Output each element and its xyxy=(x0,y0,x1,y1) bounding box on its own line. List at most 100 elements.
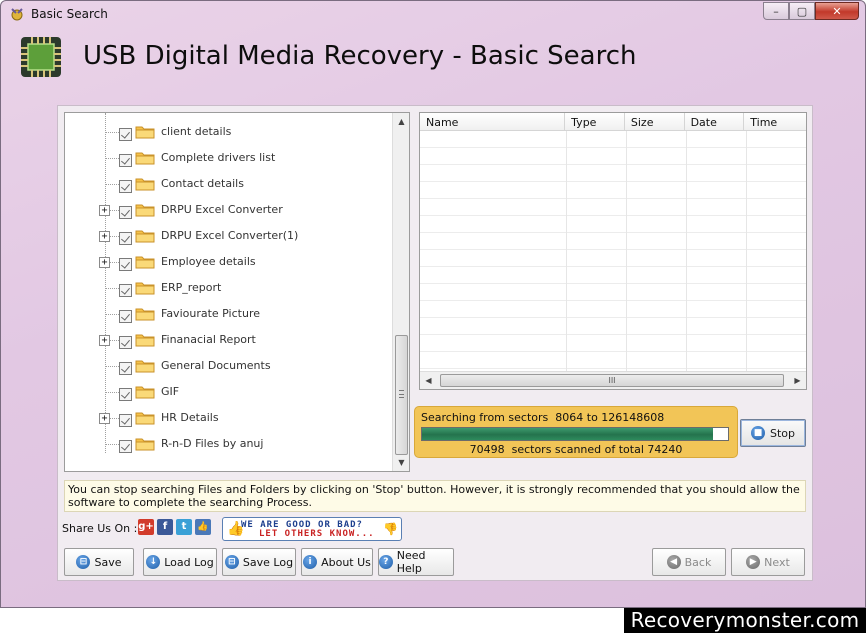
tree-item-checkbox[interactable] xyxy=(119,284,132,297)
folder-icon xyxy=(135,410,155,425)
next-button[interactable]: ▶ Next xyxy=(731,548,805,576)
back-button[interactable]: ◀ Back xyxy=(652,548,726,576)
file-list[interactable]: Name Type Size Date Time ◀ III ▶ xyxy=(419,112,807,390)
folder-icon xyxy=(135,176,155,191)
scroll-down-arrow-icon[interactable]: ▼ xyxy=(393,454,409,471)
progress-sector-range: Searching from sectors 8064 to 126148608 xyxy=(421,411,665,424)
thumbs-down-icon: 👎 xyxy=(383,522,398,536)
tree-item[interactable]: + HR Details xyxy=(65,405,395,431)
folder-icon xyxy=(135,280,155,295)
tree-item[interactable]: ERP_report xyxy=(65,275,395,301)
tree-item[interactable]: + Employee details xyxy=(65,249,395,275)
help-icon: ? xyxy=(379,555,393,569)
folder-icon xyxy=(135,124,155,139)
page-title: USB Digital Media Recovery - Basic Searc… xyxy=(83,41,637,71)
tree-item[interactable]: R-n-D Files by anuj xyxy=(65,431,395,457)
tree-item[interactable]: + Finanacial Report xyxy=(65,327,395,353)
folder-icon xyxy=(135,202,155,217)
stop-icon: ■ xyxy=(750,426,765,440)
tree-item[interactable]: General Documents xyxy=(65,353,395,379)
tree-item[interactable]: Complete drivers list xyxy=(65,145,395,171)
folder-icon xyxy=(135,384,155,399)
feedback-badge[interactable]: 👍 WE ARE GOOD OR BAD? LET OTHERS KNOW...… xyxy=(222,517,402,541)
expand-icon[interactable]: + xyxy=(99,205,110,216)
save-button[interactable]: ⊟ Save xyxy=(64,548,134,576)
tree-vertical-scrollbar[interactable]: ▲ ▼ xyxy=(392,113,409,471)
tree-item-label: DRPU Excel Converter(1) xyxy=(161,229,299,242)
tree-scroll-thumb[interactable] xyxy=(395,335,408,455)
like-icon[interactable]: 👍 xyxy=(195,519,211,535)
tree-item[interactable]: GIF xyxy=(65,379,395,405)
facebook-icon[interactable]: f xyxy=(157,519,173,535)
next-arrow-icon: ▶ xyxy=(746,555,761,569)
tree-item-checkbox[interactable] xyxy=(119,336,132,349)
tree-item-checkbox[interactable] xyxy=(119,206,132,219)
file-list-horizontal-scrollbar[interactable]: ◀ III ▶ xyxy=(420,371,806,389)
file-list-scroll-thumb[interactable]: III xyxy=(440,374,784,387)
load-icon: ↓ xyxy=(146,555,161,569)
tree-item[interactable]: client details xyxy=(65,119,395,145)
tree-item-label: DRPU Excel Converter xyxy=(161,203,283,216)
tree-item-checkbox[interactable] xyxy=(119,440,132,453)
tree-item-label: Finanacial Report xyxy=(161,333,256,346)
tree-item-checkbox[interactable] xyxy=(119,310,132,323)
folder-icon xyxy=(135,436,155,451)
tree-item-checkbox[interactable] xyxy=(119,154,132,167)
tree-item-checkbox[interactable] xyxy=(119,362,132,375)
tree-item-label: Complete drivers list xyxy=(161,151,276,164)
tree-item[interactable]: Faviourate Picture xyxy=(65,301,395,327)
tree-item-label: R-n-D Files by anuj xyxy=(161,437,264,450)
folder-icon xyxy=(135,306,155,321)
folder-icon xyxy=(135,358,155,373)
tree-item-checkbox[interactable] xyxy=(119,414,132,427)
close-button[interactable]: ✕ xyxy=(815,2,859,20)
watermark: Recoverymonster.com xyxy=(624,608,866,633)
stop-button[interactable]: ■ Stop xyxy=(740,419,806,447)
save-log-button[interactable]: ⊟ Save Log xyxy=(222,548,296,576)
need-help-button[interactable]: ? Need Help xyxy=(378,548,454,576)
expand-icon[interactable]: + xyxy=(99,231,110,242)
column-header-name[interactable]: Name xyxy=(420,113,566,131)
column-header-size[interactable]: Size xyxy=(625,113,685,131)
search-progress-box: Searching from sectors 8064 to 126148608… xyxy=(414,406,738,458)
column-header-date[interactable]: Date xyxy=(685,113,745,131)
folder-icon xyxy=(135,332,155,347)
info-message: You can stop searching Files and Folders… xyxy=(64,480,806,512)
tree-item-checkbox[interactable] xyxy=(119,180,132,193)
tree-item[interactable]: Contact details xyxy=(65,171,395,197)
tree-item-checkbox[interactable] xyxy=(119,128,132,141)
tree-item-checkbox[interactable] xyxy=(119,388,132,401)
header: USB Digital Media Recovery - Basic Searc… xyxy=(9,27,857,89)
tree-item[interactable]: + DRPU Excel Converter xyxy=(65,197,395,223)
column-header-type[interactable]: Type xyxy=(565,113,625,131)
tree-item[interactable]: + DRPU Excel Converter(1) xyxy=(65,223,395,249)
about-us-button[interactable]: i About Us xyxy=(301,548,373,576)
tree-item-label: General Documents xyxy=(161,359,271,372)
scroll-left-arrow-icon[interactable]: ◀ xyxy=(420,372,437,389)
expand-icon[interactable]: + xyxy=(99,257,110,268)
google-plus-icon[interactable]: g+ xyxy=(138,519,154,535)
tree-item-label: ERP_report xyxy=(161,281,222,294)
stop-button-label: Stop xyxy=(769,426,795,440)
folder-tree[interactable]: client details Complete drivers list Conta… xyxy=(64,112,410,472)
main-panel: client details Complete drivers list Conta… xyxy=(57,105,813,581)
info-icon: i xyxy=(303,555,318,569)
tree-item-label: GIF xyxy=(161,385,180,398)
file-list-body xyxy=(420,131,806,371)
chip-icon xyxy=(21,37,61,77)
tree-item-checkbox[interactable] xyxy=(119,258,132,271)
tree-item-checkbox[interactable] xyxy=(119,232,132,245)
app-window: Basic Search – ▢ ✕ USB Digital Media Rec… xyxy=(0,0,866,608)
minimize-button[interactable]: – xyxy=(763,2,789,20)
twitter-icon[interactable]: t xyxy=(176,519,192,535)
load-log-button[interactable]: ↓ Load Log xyxy=(143,548,217,576)
expand-icon[interactable]: + xyxy=(99,335,110,346)
scroll-up-arrow-icon[interactable]: ▲ xyxy=(393,113,409,130)
maximize-button[interactable]: ▢ xyxy=(789,2,815,20)
expand-icon[interactable]: + xyxy=(99,413,110,424)
save-log-icon: ⊟ xyxy=(224,555,239,569)
tree-item-label: HR Details xyxy=(161,411,219,424)
column-header-time[interactable]: Time xyxy=(744,113,806,131)
scroll-right-arrow-icon[interactable]: ▶ xyxy=(789,372,806,389)
progress-sector-count: 70498 sectors scanned of total 74240 xyxy=(469,443,683,456)
